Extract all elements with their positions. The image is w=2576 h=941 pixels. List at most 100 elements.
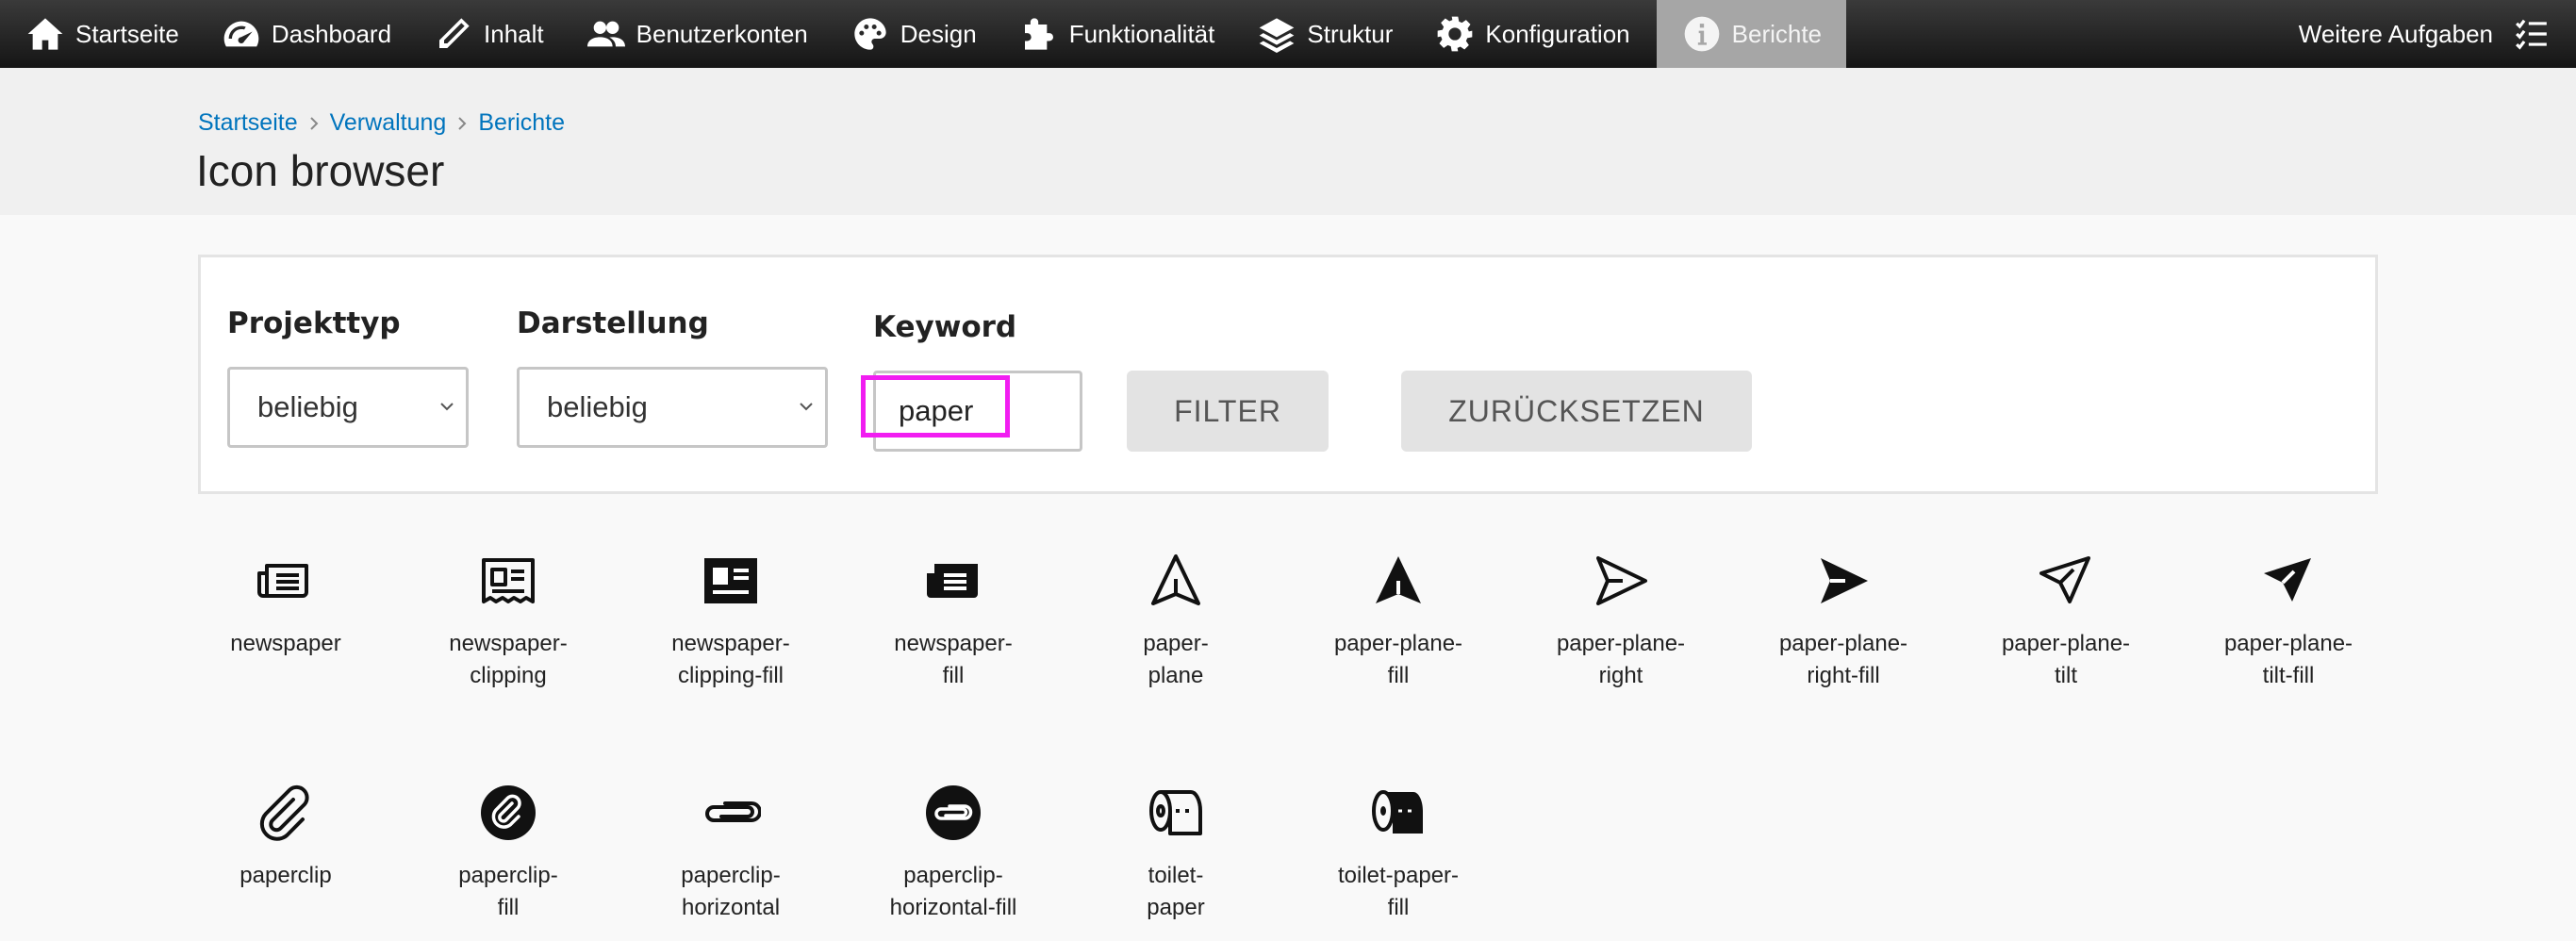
layers-icon — [1260, 18, 1295, 53]
newspaper-clipping-icon — [482, 558, 535, 603]
icon-item-newspaper[interactable]: newspaper — [191, 551, 380, 660]
icon-label: paper-plane-right-fill — [1778, 631, 1908, 688]
toolbar-item-funktionalitaet[interactable]: Funktionalität — [994, 0, 1232, 68]
filter-panel: Projekttyp beliebig Darstellung beliebig… — [198, 255, 2378, 494]
icon-label: newspaper — [230, 631, 341, 656]
toolbar-item-inhalt[interactable]: Inhalt — [408, 0, 561, 68]
icon-label: paperclip-horizontal-fill — [889, 863, 1017, 920]
darstellung-value: beliebig — [547, 390, 648, 423]
chevron-down-icon — [440, 403, 454, 411]
icon-item-paperclip[interactable]: paperclip — [191, 783, 380, 892]
darstellung-select[interactable]: beliebig — [517, 367, 828, 448]
page-header: Startseite Verwaltung Berichte Icon brow… — [0, 68, 2576, 215]
toolbar-label: Konfiguration — [1485, 19, 1630, 48]
icon-item-paper-plane-right[interactable]: paper-plane-right — [1527, 551, 1715, 692]
toolbar-item-benutzerkonten[interactable]: Benutzerkonten — [561, 0, 825, 68]
paperclip-horizontal-icon — [705, 801, 761, 822]
toolbar-label: Design — [900, 19, 977, 48]
icon-label: paper-plane-tilt — [2001, 631, 2131, 688]
toilet-paper-icon — [1149, 790, 1202, 835]
newspaper-fill-icon — [927, 564, 978, 598]
toolbar-label: Benutzerkonten — [636, 19, 808, 48]
palette-icon — [854, 18, 886, 50]
home-icon — [27, 18, 63, 50]
projekttyp-select[interactable]: beliebig — [227, 367, 469, 448]
icon-item-paperclip-fill[interactable]: paperclip-fill — [414, 783, 603, 924]
newspaper-icon — [257, 564, 308, 598]
toolbar-item-startseite[interactable]: Startseite — [0, 0, 196, 68]
icon-label: paper-plane-fill — [1333, 631, 1463, 688]
toolbar-item-konfiguration[interactable]: Konfiguration — [1410, 0, 1646, 68]
pencil-icon — [439, 18, 470, 48]
darstellung-label: Darstellung — [517, 306, 709, 340]
icon-item-toilet-paper[interactable]: toilet-paper — [1082, 783, 1270, 924]
icon-item-newspaper-fill[interactable]: newspaper-fill — [859, 551, 1048, 692]
breadcrumb-link-verwaltung[interactable]: Verwaltung — [330, 109, 447, 137]
paper-plane-icon — [1151, 554, 1200, 605]
icon-label: newspaper-clipping-fill — [671, 631, 790, 688]
keyword-group: Keyword — [873, 310, 1016, 344]
newspaper-clipping-fill-icon — [704, 558, 757, 603]
darstellung-group: Darstellung — [517, 306, 709, 340]
icon-label: paper-plane-right — [1556, 631, 1686, 688]
icon-item-paperclip-horizontal-fill[interactable]: paperclip-horizontal-fill — [859, 783, 1048, 924]
icon-item-toilet-paper-fill[interactable]: toilet-paper-fill — [1304, 783, 1493, 924]
toolbar-label: Struktur — [1307, 19, 1394, 48]
keyword-highlight-box — [861, 375, 1010, 437]
projekttyp-value: beliebig — [257, 390, 358, 423]
gear-icon — [1438, 16, 1473, 52]
keyword-label: Keyword — [873, 310, 1017, 344]
breadcrumb-link-startseite[interactable]: Startseite — [198, 109, 298, 137]
page-title: Icon browser — [196, 146, 445, 195]
toolbar-label: Funktionalität — [1068, 19, 1215, 48]
icon-item-newspaper-clipping[interactable]: newspaper-clipping — [414, 551, 603, 692]
icon-item-paper-plane-tilt-fill[interactable]: paper-plane-tilt-fill — [2194, 551, 2383, 692]
icon-label: paperclip-horizontal — [681, 863, 781, 920]
icon-label: newspaper-clipping — [449, 631, 568, 688]
icon-label: paper-plane-tilt-fill — [2223, 631, 2353, 688]
paperclip-icon — [259, 784, 309, 841]
projekttyp-label: Projekttyp — [227, 306, 401, 340]
users-icon — [586, 21, 625, 47]
toolbar-more-tasks[interactable]: Weitere Aufgaben — [2299, 0, 2576, 68]
toolbar-label: Dashboard — [271, 19, 392, 48]
icon-label: paper-plane — [1143, 631, 1209, 688]
toolbar-label: Berichte — [1731, 19, 1823, 48]
toolbar-item-dashboard[interactable]: Dashboard — [196, 0, 408, 68]
reset-button[interactable]: ZURÜCKSETZEN — [1401, 371, 1752, 452]
icon-item-paper-plane-fill[interactable]: paper-plane-fill — [1304, 551, 1493, 692]
puzzle-icon — [1024, 18, 1053, 50]
paper-plane-right-icon — [1596, 556, 1647, 605]
checklist-icon — [2516, 19, 2547, 50]
toolbar-item-design[interactable]: Design — [825, 0, 994, 68]
icon-item-paper-plane-right-fill[interactable]: paper-plane-right-fill — [1749, 551, 1938, 692]
toolbar-item-berichte[interactable]: Berichte — [1656, 0, 1847, 68]
icon-item-paper-plane-tilt[interactable]: paper-plane-tilt — [1972, 551, 2160, 692]
icon-label: paperclip — [239, 863, 332, 888]
icon-item-paper-plane[interactable]: paper-plane — [1082, 551, 1270, 692]
icon-label: toilet-paper-fill — [1337, 863, 1460, 920]
chevron-down-icon — [800, 403, 813, 411]
paper-plane-right-fill-icon — [1821, 558, 1868, 603]
paperclip-horizontal-fill-icon — [926, 785, 981, 840]
breadcrumb: Startseite Verwaltung Berichte — [198, 109, 565, 137]
icon-item-paperclip-horizontal[interactable]: paperclip-horizontal — [636, 783, 825, 924]
paper-plane-tilt-icon — [2039, 556, 2090, 603]
toolbar-item-struktur[interactable]: Struktur — [1231, 0, 1410, 68]
filter-button[interactable]: FILTER — [1127, 371, 1329, 452]
toilet-paper-fill-icon — [1372, 790, 1423, 834]
icon-item-newspaper-clipping-fill[interactable]: newspaper-clipping-fill — [636, 551, 825, 692]
paper-plane-tilt-fill-icon — [2264, 558, 2311, 602]
projekttyp-group: Projekttyp — [227, 306, 401, 340]
dashboard-gauge-icon — [223, 21, 259, 47]
admin-toolbar: Startseite Dashboard Inhalt Benutzerkont… — [0, 0, 2576, 68]
more-tasks-label: Weitere Aufgaben — [2298, 19, 2493, 48]
breadcrumb-link-berichte[interactable]: Berichte — [478, 109, 565, 137]
icon-label: newspaper-fill — [894, 631, 1013, 688]
toolbar-label: Startseite — [75, 19, 179, 48]
icon-label: toilet-paper — [1147, 863, 1205, 920]
chevron-right-icon — [298, 114, 330, 133]
toolbar-label: Inhalt — [484, 19, 544, 48]
paperclip-fill-icon — [481, 785, 536, 840]
icon-label: paperclip-fill — [458, 863, 558, 920]
